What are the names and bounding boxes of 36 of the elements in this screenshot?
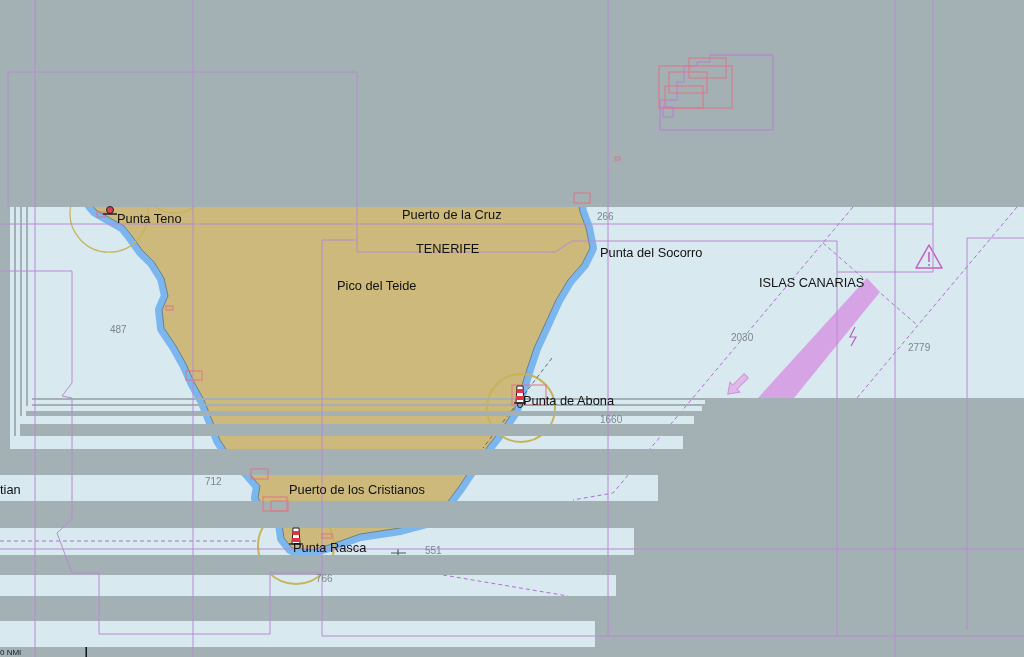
light-symbol-icon	[102, 206, 118, 215]
warning-icon	[915, 244, 943, 269]
place-label: Punta de Abona	[523, 394, 615, 409]
chart-inset-frame	[165, 305, 174, 311]
chart-inset-frame	[270, 500, 289, 512]
place-label: Pico del Teide	[337, 279, 417, 294]
depth-label: 2779	[908, 342, 931, 354]
place-label: Punta Teno	[117, 212, 182, 227]
scale-bar-tick	[85, 647, 87, 657]
chart-inset-frame	[250, 468, 269, 480]
light-sector-ring	[154, 207, 196, 214]
depth-label: 266	[597, 211, 614, 223]
light-sector-ring	[486, 373, 556, 443]
chart-inset-frame	[185, 370, 203, 381]
place-label: tian	[0, 483, 21, 498]
chart-inset-frame	[614, 156, 621, 161]
place-label: ISLAS CANARIAS	[759, 276, 865, 291]
depth-label: 2030	[731, 332, 754, 344]
chart-inset-frame	[96, 211, 106, 218]
zigzag-icon	[849, 326, 857, 347]
direction-arrow-icon	[727, 373, 749, 395]
place-label: Puerto de la Cruz	[402, 208, 502, 223]
place-label: Punta del Socorro	[600, 246, 703, 261]
chart-inset-frame	[573, 192, 591, 204]
scale-label: 0 NMI	[0, 648, 22, 657]
chart-inset-frame	[321, 533, 333, 539]
place-label: Puerto de los Cristianos	[289, 483, 425, 498]
cross-marker-icon	[390, 548, 407, 556]
depth-label: 712	[205, 476, 222, 488]
chart-inset-frame	[262, 496, 288, 512]
depth-label: 766	[316, 573, 333, 585]
place-label: TENERIFE	[416, 242, 480, 257]
depth-label: 487	[110, 324, 127, 336]
depth-label: 1660	[600, 414, 623, 426]
depth-label: 551	[425, 545, 442, 557]
lighthouse-icon	[288, 527, 304, 545]
